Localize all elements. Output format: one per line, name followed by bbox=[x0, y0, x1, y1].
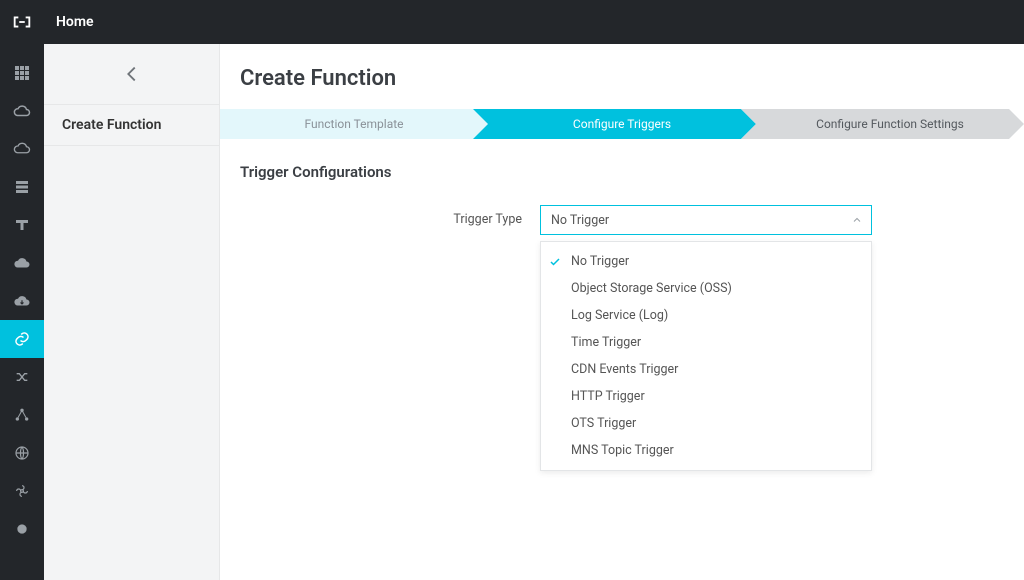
topbar: Home bbox=[0, 0, 1024, 44]
wizard-step-configure-function-settings[interactable]: Configure Function Settings bbox=[741, 109, 1024, 139]
option-label: No Trigger bbox=[571, 254, 629, 269]
nav-fan[interactable] bbox=[0, 472, 44, 510]
trigger-type-option[interactable]: Time Trigger bbox=[541, 329, 871, 356]
wizard-steps: Function Template Configure Triggers Con… bbox=[220, 109, 1024, 139]
trigger-type-value: No Trigger bbox=[551, 213, 609, 228]
trigger-type-option[interactable]: No Trigger bbox=[541, 248, 871, 275]
option-label: Time Trigger bbox=[571, 335, 641, 350]
chevron-up-icon bbox=[851, 214, 863, 226]
wizard-step-label: Configure Triggers bbox=[573, 117, 671, 131]
trigger-type-option[interactable]: HTTP Trigger bbox=[541, 383, 871, 410]
trigger-type-label: Trigger Type bbox=[240, 205, 540, 235]
nav-link[interactable] bbox=[0, 320, 44, 358]
main-content: Create Function Function Template Config… bbox=[220, 44, 1024, 580]
brand-logo-icon bbox=[10, 10, 34, 34]
option-label: Log Service (Log) bbox=[571, 308, 668, 323]
check-icon bbox=[549, 256, 561, 268]
nav-globe[interactable] bbox=[0, 434, 44, 472]
secondary-link-create-function[interactable]: Create Function bbox=[44, 104, 219, 146]
wizard-step-function-template[interactable]: Function Template bbox=[220, 109, 488, 139]
option-label: HTTP Trigger bbox=[571, 389, 645, 404]
back-button[interactable] bbox=[44, 44, 219, 104]
nav-grid[interactable] bbox=[0, 54, 44, 92]
option-label: MNS Topic Trigger bbox=[571, 443, 674, 458]
option-label: Object Storage Service (OSS) bbox=[571, 281, 732, 296]
trigger-type-option[interactable]: CDN Events Trigger bbox=[541, 356, 871, 383]
form-row-trigger-type: Trigger Type No Trigger No TriggerObject… bbox=[220, 205, 1024, 235]
option-label: CDN Events Trigger bbox=[571, 362, 678, 377]
trigger-type-option[interactable]: Log Service (Log) bbox=[541, 302, 871, 329]
nav-cloud-outline[interactable] bbox=[0, 92, 44, 130]
trigger-type-select[interactable]: No Trigger bbox=[540, 205, 872, 235]
trigger-type-select-wrap: No Trigger No TriggerObject Storage Serv… bbox=[540, 205, 872, 235]
secondary-sidebar: Create Function bbox=[44, 44, 220, 580]
trigger-type-option[interactable]: Object Storage Service (OSS) bbox=[541, 275, 871, 302]
trigger-type-option[interactable]: OTS Trigger bbox=[541, 410, 871, 437]
nav-circle[interactable] bbox=[0, 510, 44, 548]
nav-nodes[interactable] bbox=[0, 396, 44, 434]
page-title: Create Function bbox=[220, 44, 1024, 109]
wizard-step-configure-triggers[interactable]: Configure Triggers bbox=[473, 109, 756, 139]
option-label: OTS Trigger bbox=[571, 416, 636, 431]
nav-rows[interactable] bbox=[0, 168, 44, 206]
wizard-step-label: Function Template bbox=[304, 117, 403, 131]
nav-shuffle[interactable] bbox=[0, 358, 44, 396]
nav-cloud-line[interactable] bbox=[0, 130, 44, 168]
nav-cloud-download[interactable] bbox=[0, 282, 44, 320]
trigger-type-option[interactable]: MNS Topic Trigger bbox=[541, 437, 871, 464]
section-title: Trigger Configurations bbox=[220, 139, 1024, 191]
home-link[interactable]: Home bbox=[56, 14, 94, 30]
wizard-step-label: Configure Function Settings bbox=[816, 117, 964, 131]
primary-sidebar bbox=[0, 44, 44, 580]
trigger-type-dropdown: No Trigger Object Storage Service (OSS) Lo… bbox=[540, 241, 872, 471]
nav-t-shape[interactable] bbox=[0, 206, 44, 244]
nav-cloud-solid[interactable] bbox=[0, 244, 44, 282]
